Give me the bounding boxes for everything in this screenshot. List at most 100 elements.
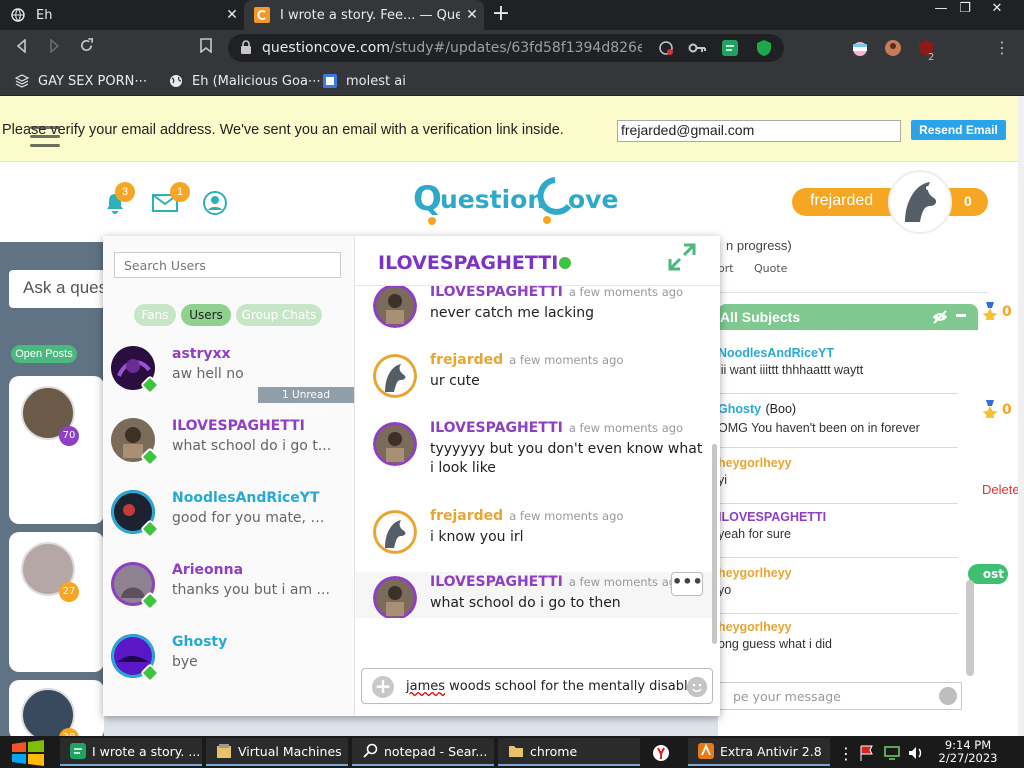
antivirus-icon xyxy=(698,743,714,759)
taskbar-item[interactable]: Virtual Machines xyxy=(206,738,348,766)
tab-group-chats[interactable]: Group Chats xyxy=(236,304,322,326)
contact-item[interactable]: Arieonna thanks you but i am ... xyxy=(103,558,355,630)
shield-icon[interactable] xyxy=(756,39,772,61)
new-tab-icon[interactable]: + xyxy=(488,3,514,27)
taskbar-item[interactable]: Extra Antivir 2.8 xyxy=(688,738,830,766)
report-link[interactable]: ort xyxy=(718,262,734,275)
expand-icon[interactable] xyxy=(667,242,697,272)
post-card[interactable]: 38 xyxy=(9,680,104,736)
emoji-icon[interactable] xyxy=(687,677,707,697)
message-list: ILOVESPAGHETTI a few moments ago never ca… xyxy=(355,286,713,618)
message-author[interactable]: frejarded a few moments ago xyxy=(430,352,623,368)
message-avatar xyxy=(373,422,417,466)
subject-message: heygorlheyy yi xyxy=(718,456,958,504)
post-card[interactable]: 70 xyxy=(9,376,104,524)
tab-questioncove[interactable]: I wrote a story. Fee... — Questio ✕ xyxy=(244,0,484,30)
chat-title[interactable]: ILOVESPAGHETTI xyxy=(378,252,558,274)
virtual-machines-icon xyxy=(216,743,232,759)
taskbar-item[interactable]: chrome xyxy=(498,738,640,766)
message-author[interactable]: ILOVESPAGHETTI a few moments ago xyxy=(430,420,683,436)
medal-count: 0 xyxy=(1002,402,1012,418)
contact-item[interactable]: Ghosty bye xyxy=(103,630,355,702)
delete-link[interactable]: Delete xyxy=(982,482,1020,497)
browser-tab-strip: Eh ✕ I wrote a story. Fee... — Questio ✕… xyxy=(0,0,1024,30)
ask-question-input[interactable]: Ask a ques xyxy=(9,270,109,308)
email-field[interactable]: frejarded@gmail.com xyxy=(617,120,901,142)
menu-kebab-icon[interactable]: ⋮ xyxy=(990,36,1014,60)
tab-fans[interactable]: Fans xyxy=(134,304,176,326)
chat-header: ILOVESPAGHETTI xyxy=(355,236,720,286)
composer-text[interactable]: james woods school for the mentally disa… xyxy=(406,678,697,694)
contact-item[interactable]: NoodlesAndRiceYT good for you mate, h... xyxy=(103,486,355,558)
close-window-icon[interactable]: ✕ xyxy=(982,0,1012,20)
overflow-icon[interactable]: ⋮ xyxy=(838,744,854,763)
start-button[interactable] xyxy=(0,736,56,768)
chat-scrollbar[interactable] xyxy=(712,444,717,644)
forward-icon[interactable] xyxy=(42,36,66,60)
post-card[interactable]: 27 xyxy=(9,532,104,672)
quote-link[interactable]: Quote xyxy=(754,262,787,275)
search-users-input[interactable]: Search Users xyxy=(114,252,341,278)
contact-name: NoodlesAndRiceYT xyxy=(172,490,320,506)
tab-eh[interactable]: Eh ✕ xyxy=(0,0,244,30)
message-author-name: frejarded xyxy=(430,352,504,368)
volume-icon[interactable] xyxy=(908,745,924,764)
hamburger-menu-icon[interactable] xyxy=(30,126,60,148)
subject-message: heygorlheyy ong guess what i did xyxy=(718,620,958,668)
message-author[interactable]: ILOVESPAGHETTI a few moments ago xyxy=(430,286,683,300)
subject-author[interactable]: ILOVESPAGHETTI xyxy=(718,510,958,524)
add-attachment-icon[interactable]: + xyxy=(372,676,394,698)
close-tab-icon[interactable]: ✕ xyxy=(220,7,244,23)
medal-icon xyxy=(982,302,998,324)
subjects-message-input[interactable]: pe your message xyxy=(718,682,962,710)
profile-icon[interactable] xyxy=(202,190,228,220)
extension-green-icon[interactable] xyxy=(722,40,738,60)
reload-icon[interactable] xyxy=(74,36,98,60)
restore-icon[interactable]: ❐ xyxy=(950,0,980,20)
back-icon[interactable] xyxy=(10,36,34,60)
page-scrollbar[interactable] xyxy=(1018,96,1024,736)
tab-users[interactable]: Users xyxy=(181,304,231,326)
message-text: ur cute xyxy=(430,373,480,389)
bookmark-item[interactable]: molest ai xyxy=(322,72,406,90)
network-icon[interactable] xyxy=(884,745,900,764)
message-options-button[interactable]: ••• xyxy=(671,572,703,596)
flag-icon[interactable] xyxy=(860,745,874,765)
subject-author[interactable]: NoodlesAndRiceYT xyxy=(718,346,958,360)
minimize-icon[interactable] xyxy=(956,314,966,317)
questioncove-logo[interactable]: Q uestion ove xyxy=(410,172,620,230)
emoji-icon[interactable] xyxy=(939,687,957,705)
hide-eye-icon[interactable] xyxy=(932,310,948,327)
yandex-icon[interactable] xyxy=(652,744,670,766)
user-avatar[interactable] xyxy=(888,170,952,234)
bookmark-icon[interactable] xyxy=(194,36,218,60)
key-icon[interactable] xyxy=(688,40,706,59)
subject-author[interactable]: heygorlheyy xyxy=(718,620,958,634)
all-subjects-header[interactable]: All Subjects xyxy=(718,304,978,330)
questioncove-favicon-icon xyxy=(254,7,270,23)
ublock-icon[interactable]: 2 xyxy=(918,39,938,65)
system-clock[interactable]: 9:14 PM 2/27/2023 xyxy=(928,739,1008,765)
subjects-input-placeholder: pe your message xyxy=(733,689,841,704)
contact-item[interactable]: ILOVESPAGHETTI what school do i go t... xyxy=(103,414,355,486)
address-bar[interactable]: questioncove.com/study#/updates/63fd58f1… xyxy=(228,34,784,62)
taskbar-item[interactable]: notepad - Sear... xyxy=(352,738,494,766)
profile-extension-icon[interactable] xyxy=(885,40,901,60)
subjects-scrollbar[interactable] xyxy=(966,580,974,676)
bookmark-item[interactable]: Eh (Malicious Goa⋯ xyxy=(168,72,321,90)
subject-author[interactable]: Ghosty xyxy=(718,402,761,416)
subject-author[interactable]: heygorlheyy xyxy=(718,456,958,470)
pride-flag-icon[interactable] xyxy=(852,41,868,60)
bookmark-item[interactable]: GAY SEX PORN⋯ xyxy=(14,72,147,90)
message-avatar xyxy=(373,286,417,328)
open-posts-tab[interactable]: Open Posts xyxy=(11,345,77,363)
message-author[interactable]: frejarded a few moments ago xyxy=(430,508,623,524)
resend-email-button[interactable]: Resend Email xyxy=(911,120,1006,140)
camera-blocked-icon[interactable] xyxy=(658,40,674,60)
subject-author[interactable]: heygorlheyy xyxy=(718,566,958,580)
message-author[interactable]: ILOVESPAGHETTI a few moments ago xyxy=(430,574,683,590)
close-tab-icon[interactable]: ✕ xyxy=(460,7,484,23)
message-composer[interactable]: + james woods school for the mentally di… xyxy=(361,668,713,704)
taskbar-item[interactable]: I wrote a story. ... xyxy=(60,738,202,766)
post-button[interactable]: ost xyxy=(968,564,1008,584)
